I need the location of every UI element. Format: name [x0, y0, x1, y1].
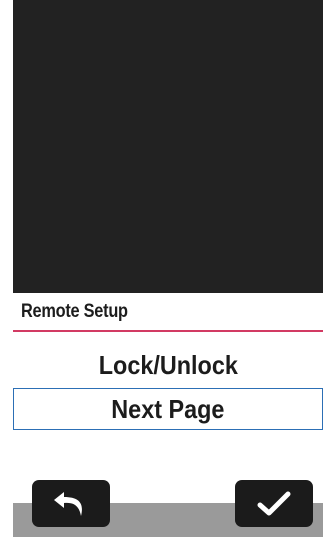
checkmark-icon — [256, 490, 292, 518]
device-screen: Remote Setup Lock/Unlock Next Page — [13, 0, 323, 537]
back-button[interactable] — [32, 480, 110, 527]
menu-item-label: Next Page — [111, 394, 225, 424]
confirm-button[interactable] — [235, 480, 313, 527]
menu-item-lock-unlock[interactable]: Lock/Unlock — [13, 345, 323, 387]
section-header: Remote Setup — [13, 293, 323, 332]
back-arrow-icon — [51, 489, 91, 519]
preview-area — [13, 0, 323, 293]
menu-item-next-page[interactable]: Next Page — [13, 388, 323, 430]
page-title: Remote Setup — [21, 301, 128, 322]
menu-item-label: Lock/Unlock — [98, 350, 238, 380]
